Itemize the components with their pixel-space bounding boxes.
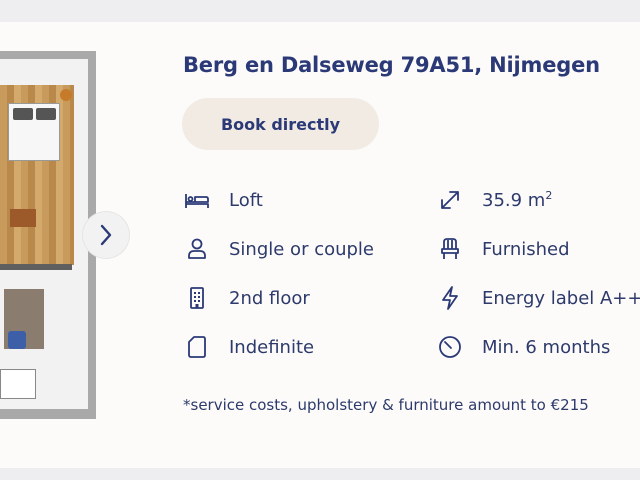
listing-card: Berg en Dalseweg 79A51, Nijmegen Book di… bbox=[0, 22, 640, 468]
feature-min-stay: Min. 6 months bbox=[436, 332, 610, 362]
service-costs-note: *service costs, upholstery & furniture a… bbox=[183, 396, 589, 414]
feature-floor-text: 2nd floor bbox=[229, 287, 310, 309]
feature-area: 35.9 m2 bbox=[436, 185, 552, 215]
next-image-button[interactable] bbox=[83, 212, 129, 258]
feature-furnishing-text: Furnished bbox=[482, 238, 570, 260]
feature-contract: Indefinite bbox=[183, 332, 314, 362]
feature-contract-text: Indefinite bbox=[229, 336, 315, 358]
feature-energy: Energy label A++ bbox=[436, 283, 640, 313]
feature-occupancy-text: Single or couple bbox=[229, 238, 375, 260]
listing-title[interactable]: Berg en Dalseweg 79A51, Nijmegen bbox=[183, 53, 600, 77]
feature-area-text: 35.9 m bbox=[482, 189, 546, 211]
clock-icon bbox=[439, 336, 461, 358]
chair-icon bbox=[441, 238, 459, 259]
area-unit-superscript: 2 bbox=[545, 188, 553, 202]
feature-min-stay-text: Min. 6 months bbox=[482, 336, 611, 358]
feature-occupancy: Single or couple bbox=[183, 234, 374, 264]
bed-drawing bbox=[8, 103, 60, 161]
floor-plan-image[interactable] bbox=[0, 51, 96, 419]
feature-floor: 2nd floor bbox=[183, 283, 310, 313]
person-icon bbox=[188, 238, 206, 259]
chevron-right-icon bbox=[100, 224, 112, 246]
building-icon bbox=[190, 287, 204, 309]
feature-furnishing: Furnished bbox=[436, 234, 570, 264]
feature-type-text: Loft bbox=[229, 189, 263, 211]
document-icon bbox=[188, 336, 206, 358]
expand-icon bbox=[441, 191, 459, 209]
bed-icon bbox=[185, 194, 209, 208]
feature-energy-text: Energy label A++ bbox=[482, 287, 640, 309]
lightning-icon bbox=[442, 286, 458, 310]
feature-type: Loft bbox=[183, 185, 263, 215]
book-directly-button[interactable]: Book directly bbox=[182, 98, 379, 150]
